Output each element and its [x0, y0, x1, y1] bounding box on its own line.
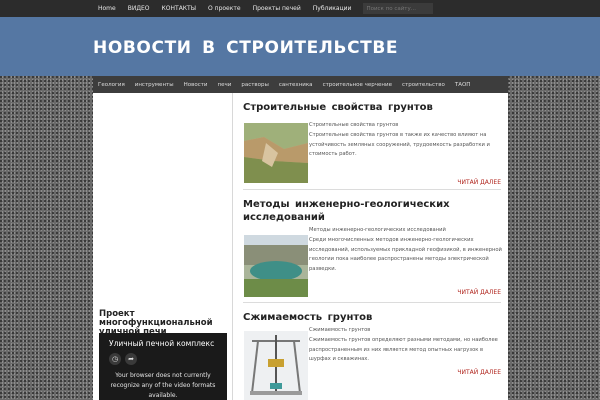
cat-item-construction[interactable]: строительство [402, 82, 445, 88]
nav-item-about[interactable]: О проекте [208, 5, 241, 12]
cat-item-plumbing[interactable]: сантехника [279, 82, 313, 88]
post-thumbnail[interactable] [244, 235, 308, 297]
post-item: Методы инженерно-геологических исследова… [243, 198, 502, 308]
site-title[interactable]: НОВОСТИ В СТРОИТЕЛЬСТВЕ [93, 38, 398, 58]
cat-item-geology[interactable]: Геология [98, 82, 125, 88]
post-title[interactable]: Сжимаемость грунтов [243, 311, 501, 324]
posts-list: Строительные свойства грунтов Строительн… [243, 93, 508, 400]
site-header: НОВОСТИ В СТРОИТЕЛЬСТВЕ [0, 17, 600, 76]
nav-item-publications[interactable]: Публикации [313, 5, 352, 12]
post-item: Сжимаемость грунтов Сжимаемость грунтов … [243, 311, 501, 400]
load-test-apparatus-image [244, 331, 308, 400]
cliff-image [244, 123, 308, 183]
video-controls: ◷ ➦ [109, 353, 137, 365]
read-more-link[interactable]: ЧИТАЙ ДАЛЕЕ [457, 289, 501, 296]
post-thumbnail[interactable] [244, 331, 308, 400]
post-thumbnail[interactable] [244, 123, 308, 183]
video-title[interactable]: Уличный печной комплекс [109, 339, 214, 348]
cat-item-drafting[interactable]: строительное черчение [323, 82, 392, 88]
nav-item-stove-projects[interactable]: Проекты печей [253, 5, 301, 12]
post-excerpt: Сжимаемость грунтов Сжимаемость грунтов … [309, 327, 498, 363]
post-title[interactable]: Строительные свойства грунтов [243, 101, 501, 114]
post-excerpt: Методы инженерно-геологических исследова… [309, 227, 502, 273]
post-item: Строительные свойства грунтов Строительн… [243, 101, 501, 201]
sidebar: Проект многофункциональной уличной печи … [93, 93, 233, 400]
read-more-link[interactable]: ЧИТАЙ ДАЛЕЕ [457, 179, 501, 186]
cat-item-taop[interactable]: ТАОП [455, 82, 471, 88]
video-error-message: Your browser does not currently recogniz… [110, 372, 216, 399]
nav-item-video[interactable]: ВИДЕО [128, 5, 150, 12]
share-icon[interactable]: ➦ [125, 353, 137, 365]
clock-icon[interactable]: ◷ [109, 353, 121, 365]
post-divider [243, 189, 501, 190]
video-player[interactable]: Уличный печной комплекс ◷ ➦ Your browser… [99, 333, 227, 400]
content-wrapper: Проект многофункциональной уличной печи … [93, 93, 508, 400]
read-more-link[interactable]: ЧИТАЙ ДАЛЕЕ [457, 369, 501, 376]
nav-item-contacts[interactable]: КОНТАКТЫ [162, 5, 196, 12]
cat-item-mortars[interactable]: растворы [241, 82, 269, 88]
post-excerpt: Строительные свойства грунтов Строительн… [309, 122, 490, 158]
category-navigation: Геология инструменты Новости печи раство… [93, 76, 508, 93]
quarry-lake-image [244, 235, 308, 297]
post-divider [243, 302, 501, 303]
cat-item-news[interactable]: Новости [184, 82, 208, 88]
nav-item-home[interactable]: Home [98, 5, 116, 12]
cat-item-stoves[interactable]: печи [218, 82, 232, 88]
post-title[interactable]: Методы инженерно-геологических исследова… [243, 198, 501, 224]
cat-item-tools[interactable]: инструменты [135, 82, 174, 88]
top-navigation: Home ВИДЕО КОНТАКТЫ О проекте Проекты пе… [0, 0, 600, 17]
search-input[interactable] [363, 3, 434, 14]
